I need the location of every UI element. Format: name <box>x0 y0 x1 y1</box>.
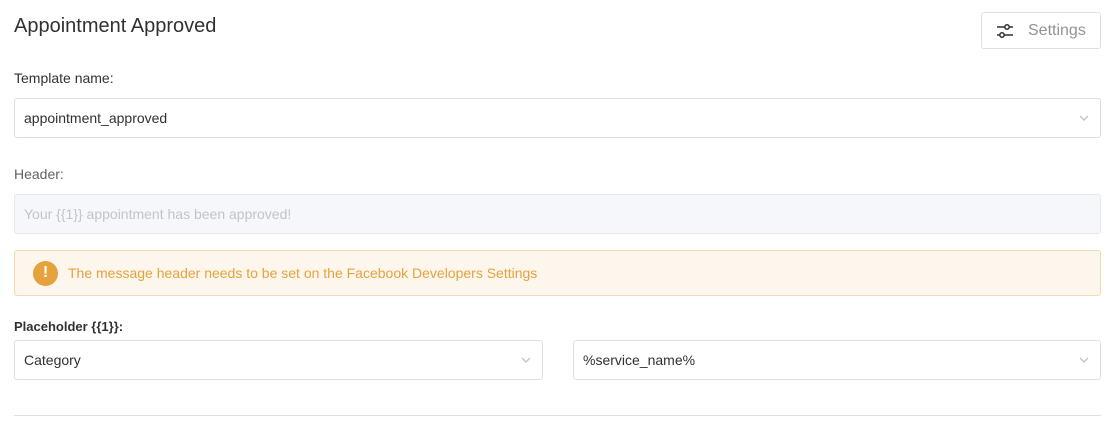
chevron-down-icon <box>521 357 531 363</box>
placeholder-field-value: %service_name% <box>583 352 696 368</box>
chevron-down-icon <box>1079 357 1089 363</box>
header-input: Your {{1}} appointment has been approved… <box>14 194 1101 234</box>
placeholder-label: Placeholder {{1}}: <box>14 319 124 334</box>
placeholder-type-value: Category <box>24 352 81 368</box>
placeholder-field-select[interactable]: %service_name% <box>573 340 1101 380</box>
template-name-value: appointment_approved <box>24 110 168 126</box>
template-name-select[interactable]: appointment_approved <box>14 98 1101 138</box>
template-name-label: Template name: <box>14 70 114 86</box>
divider <box>14 415 1101 416</box>
page-title: Appointment Approved <box>14 15 217 37</box>
header-input-placeholder: Your {{1}} appointment has been approved… <box>24 206 292 222</box>
sliders-icon <box>997 23 1013 38</box>
settings-button[interactable]: Settings <box>981 12 1101 49</box>
placeholder-type-select[interactable]: Category <box>14 340 543 380</box>
chevron-down-icon <box>1079 115 1089 121</box>
settings-button-label: Settings <box>1028 21 1086 39</box>
header-label: Header: <box>14 166 64 182</box>
template-settings-page: Appointment Approved Settings Template n… <box>0 0 1117 425</box>
alert-message: The message header needs to be set on th… <box>68 265 538 281</box>
warning-alert: ! The message header needs to be set on … <box>14 250 1101 296</box>
exclamation-circle-icon: ! <box>33 260 58 286</box>
